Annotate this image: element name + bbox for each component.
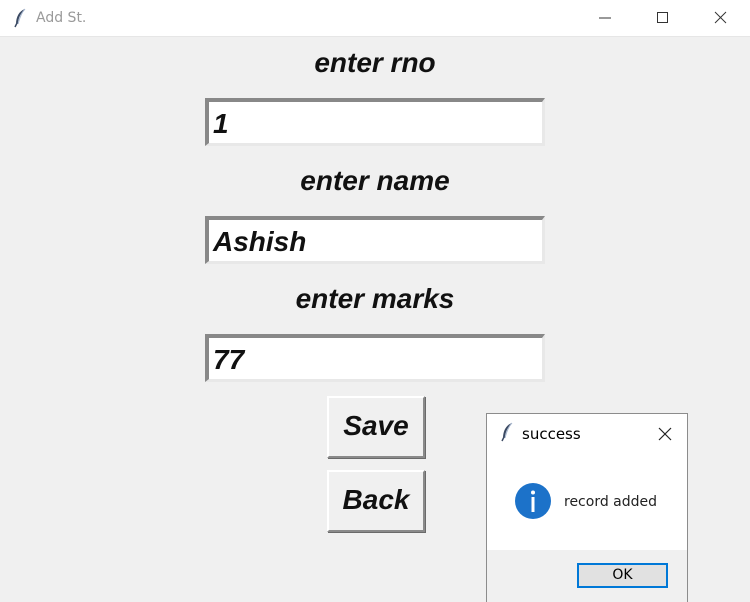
close-button[interactable] <box>698 0 744 36</box>
dialog-close-button[interactable] <box>653 422 677 446</box>
maximize-icon <box>657 12 668 23</box>
info-icon <box>515 483 551 519</box>
marks-label: enter marks <box>295 283 455 314</box>
close-icon <box>658 427 672 441</box>
name-input[interactable]: Ashish <box>205 216 545 264</box>
ok-button[interactable]: OK <box>577 563 668 588</box>
rno-input[interactable]: 1 <box>205 98 545 146</box>
back-button[interactable]: Back <box>327 470 425 532</box>
success-dialog: success record added OK <box>486 413 688 602</box>
save-button[interactable]: Save <box>327 396 425 458</box>
feather-icon <box>14 8 26 28</box>
marks-input[interactable]: 77 <box>205 334 545 382</box>
minimize-button[interactable] <box>582 0 628 36</box>
close-icon <box>714 11 727 24</box>
dialog-footer: OK <box>487 550 687 602</box>
maximize-button[interactable] <box>640 0 686 36</box>
dialog-feather-icon <box>501 422 513 442</box>
window-title: Add St. <box>36 10 87 26</box>
minimize-icon <box>599 17 611 19</box>
dialog-message: record added <box>564 494 658 510</box>
name-label: enter name <box>300 165 450 196</box>
dialog-title: success <box>522 425 581 443</box>
rno-label: enter rno <box>314 47 436 78</box>
title-bar: Add St. <box>0 0 750 37</box>
